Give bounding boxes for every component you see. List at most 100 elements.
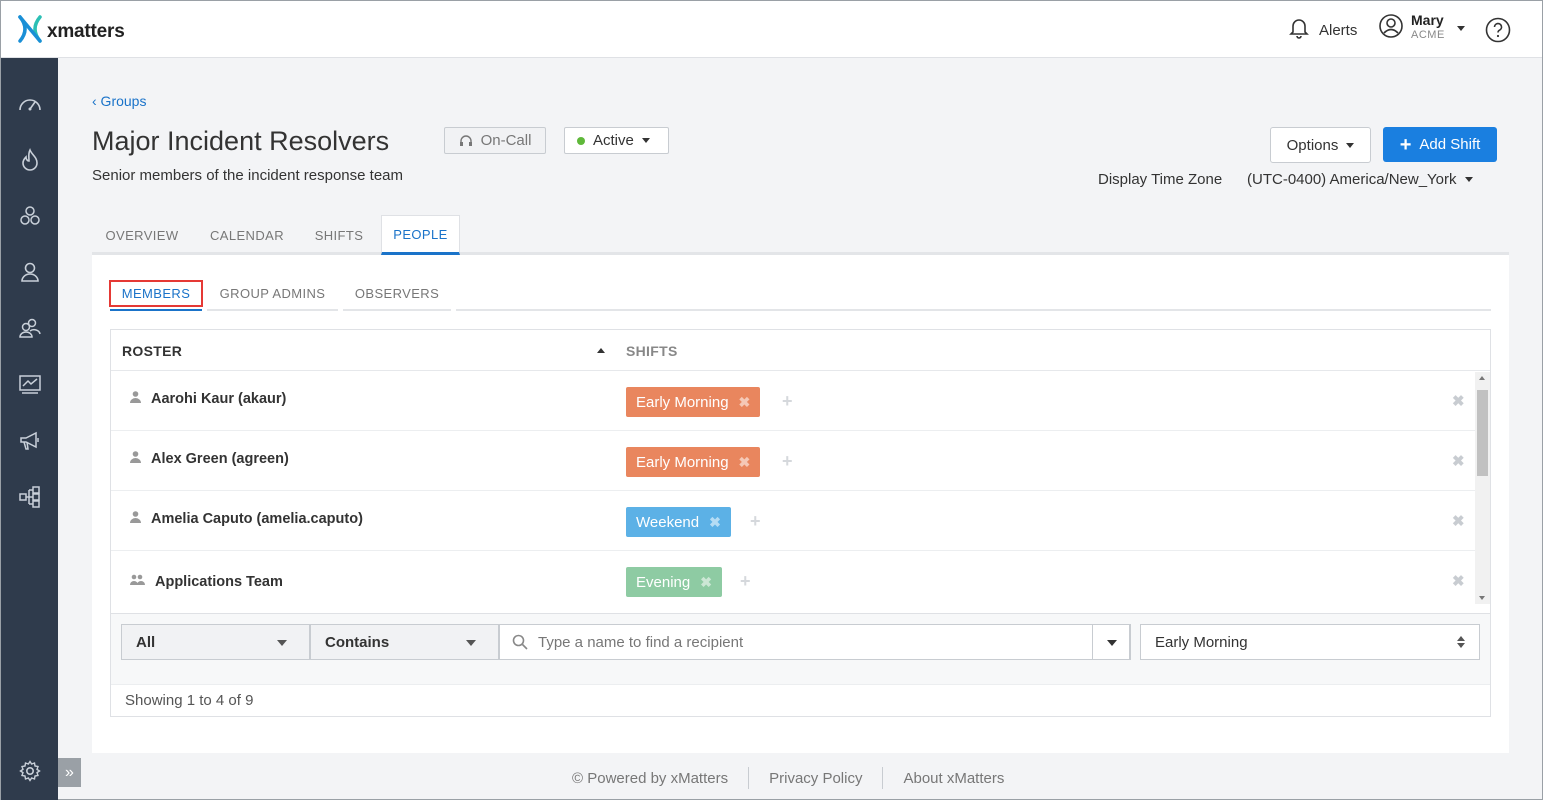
remove-member-icon[interactable]: ✖ [1452,452,1465,470]
privacy-policy-link[interactable]: Privacy Policy [769,770,862,787]
alerts-label: Alerts [1319,21,1358,39]
chevron-down-icon [1346,142,1355,148]
footer-divider [748,767,750,789]
tab-shifts[interactable]: SHIFTS [304,215,374,255]
double-chevron-right-icon: » [65,763,74,781]
subtab-observers[interactable]: OBSERVERS [343,277,451,311]
match-mode-select[interactable]: Contains [310,624,499,660]
status-dot-icon [577,136,585,145]
add-shift-plus-icon[interactable]: + [782,391,793,412]
remove-member-icon[interactable]: ✖ [1452,572,1465,590]
workflow-icon[interactable] [17,484,43,510]
table-row: Aarohi Kaur (akaur) Early Morning ✖ + ✖ [111,371,1475,431]
scroll-up-icon[interactable] [1479,376,1485,380]
group-description: Senior members of the incident response … [92,167,403,184]
scroll-down-icon[interactable] [1479,596,1485,600]
member-name: Alex Green (agreen) [151,451,289,467]
tab-calendar[interactable]: CALENDAR [198,215,296,255]
add-shift-plus-icon[interactable]: + [750,511,761,532]
shift-label: Evening [636,573,691,591]
person-icon [130,451,141,467]
integrations-hexagon-icon[interactable] [17,203,43,229]
table-scrollbar[interactable] [1475,372,1490,604]
remove-shift-icon[interactable]: ✖ [700,574,712,591]
reports-chart-icon[interactable] [17,371,43,397]
user-name: Mary [1411,12,1444,28]
recipient-type-value: All [136,633,156,651]
column-roster[interactable]: ROSTER [122,343,182,359]
options-button[interactable]: Options [1270,127,1371,163]
remove-member-icon[interactable]: ✖ [1452,512,1465,530]
roster-entry: Alex Green (agreen) [130,451,289,467]
gear-icon[interactable] [17,758,43,784]
page-title: Major Incident Resolvers [92,126,390,156]
recipient-type-select[interactable]: All [121,624,310,660]
shift-tag[interactable]: Early Morning ✖ [626,447,761,477]
add-shift-plus-icon[interactable]: + [740,571,751,592]
brand-logo[interactable]: xmatters [17,15,125,48]
chevron-down-icon [277,640,287,646]
chevron-down-icon [1107,640,1117,646]
oncall-badge[interactable]: On-Call [444,127,546,154]
add-shift-label: Add Shift [1419,136,1481,153]
shift-tag[interactable]: Early Morning ✖ [626,387,761,417]
groups-icon[interactable] [17,315,43,341]
recipient-search-dropdown[interactable] [1092,624,1130,660]
match-mode-value: Contains [325,633,390,651]
chevron-down-icon [1456,25,1465,31]
timezone-dropdown[interactable]: (UTC-0400) America/New_York [1247,171,1473,188]
add-member-bar: All Contains Early Morning [111,613,1490,685]
sort-ascending-icon[interactable] [597,348,605,353]
about-link[interactable]: About xMatters [903,770,1004,787]
status-dropdown[interactable]: Active [564,127,669,154]
xmatters-logo-icon [17,15,43,48]
add-shift-button[interactable]: + Add Shift [1383,127,1497,162]
shift-select[interactable]: Early Morning [1140,624,1480,660]
remove-shift-icon[interactable]: ✖ [739,454,751,471]
oncall-label: On-Call [480,132,532,149]
brand-name: xmatters [47,20,125,42]
timezone-value: (UTC-0400) America/New_York [1247,171,1457,188]
tab-overview[interactable]: OVERVIEW [92,215,192,255]
person-icon [130,511,141,527]
breadcrumb-groups-link[interactable]: ‹ Groups [92,93,146,109]
roster-entry: Amelia Caputo (amelia.caputo) [130,511,363,527]
help-icon[interactable] [1485,17,1511,48]
subtab-group-admins[interactable]: GROUP ADMINS [207,277,338,311]
people-panel: MEMBERS GROUP ADMINS OBSERVERS ROSTER SH… [92,255,1509,753]
dashboard-icon[interactable] [17,91,43,117]
incidents-flame-icon[interactable] [17,147,43,173]
user-menu[interactable]: Mary ACME [1379,13,1465,43]
remove-member-icon[interactable]: ✖ [1452,392,1465,410]
table-row: Amelia Caputo (amelia.caputo) Weekend ✖ … [111,491,1475,551]
search-icon [512,634,528,650]
shift-label: Early Morning [636,453,729,471]
tab-people[interactable]: PEOPLE [381,215,460,255]
remove-shift-icon[interactable]: ✖ [739,394,751,411]
member-name: Amelia Caputo (amelia.caputo) [151,511,363,527]
column-shifts: SHIFTS [626,343,678,359]
chevron-down-icon [1464,177,1473,182]
timezone-label: Display Time Zone [1098,171,1223,188]
user-icon[interactable] [17,259,43,285]
remove-shift-icon[interactable]: ✖ [709,514,721,531]
roster-entry: Aarohi Kaur (akaur) [130,391,286,407]
subtab-divider [456,309,1491,311]
subtab-members[interactable]: MEMBERS [108,277,204,311]
group-tabs: OVERVIEW CALENDAR SHIFTS PEOPLE [92,215,1509,255]
expand-sidebar-button[interactable]: » [58,758,81,787]
recipient-search [499,624,1131,660]
megaphone-icon[interactable] [17,428,43,454]
user-org: ACME [1411,29,1445,41]
user-avatar-icon [1379,13,1403,43]
add-shift-plus-icon[interactable]: + [782,451,793,472]
select-arrows-icon [1457,636,1465,648]
shift-tag[interactable]: Evening ✖ [626,567,722,597]
shift-tag[interactable]: Weekend ✖ [626,507,731,537]
alerts-button[interactable]: Alerts [1289,17,1357,43]
table-row: Alex Green (agreen) Early Morning ✖ + ✖ [111,431,1475,491]
scroll-thumb[interactable] [1477,390,1488,476]
powered-by-text: © Powered by xMatters [572,769,729,787]
recipient-search-input[interactable] [538,633,1078,651]
pagination-summary: Showing 1 to 4 of 9 [125,692,254,709]
